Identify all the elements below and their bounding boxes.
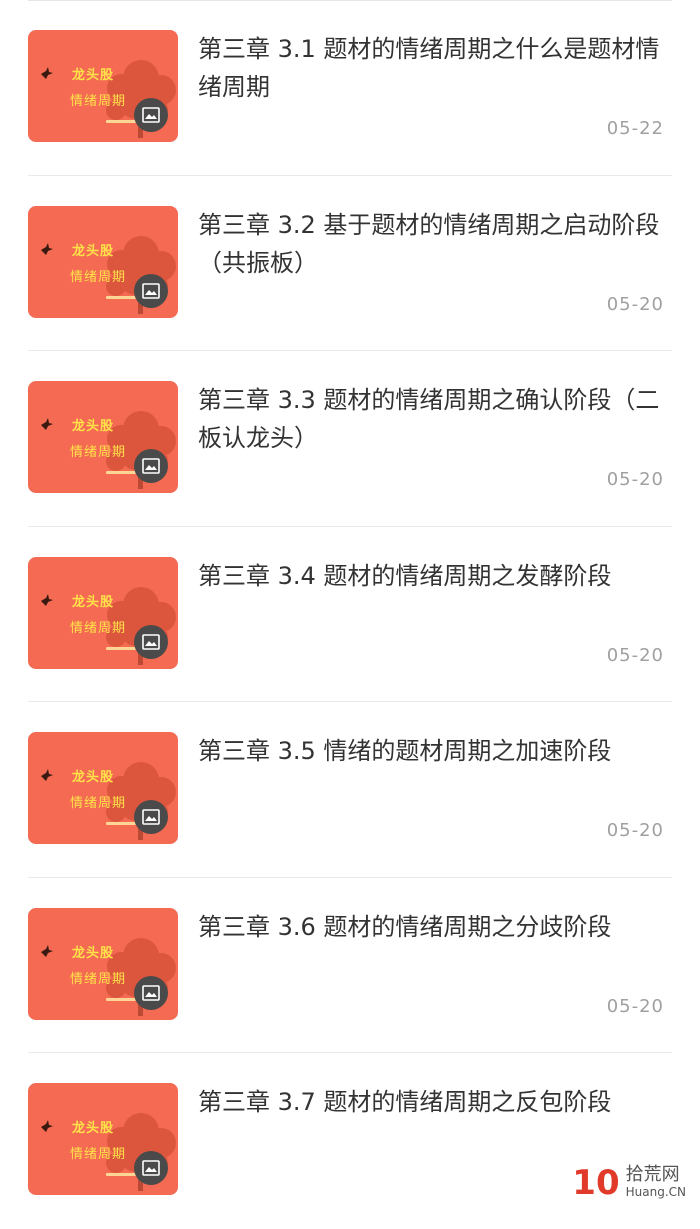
image-badge (134, 273, 168, 308)
image-icon (142, 282, 160, 299)
article-thumbnail[interactable]: 龙头股 情绪周期 (28, 381, 178, 493)
thumbnail-footnote (106, 471, 136, 474)
image-badge (134, 449, 168, 483)
article-list: 龙头股 情绪周期 第三章 3.1 题材的情绪周期之什么是题材情绪周期 05-22 (0, 0, 700, 1229)
thumbnail-footnote (106, 120, 136, 123)
image-badge (134, 975, 168, 1010)
article-title[interactable]: 第三章 3.6 题材的情绪周期之分歧阶段 (198, 908, 672, 946)
bird-icon (41, 769, 53, 781)
thumbnail-brand-text: 龙头股 (72, 770, 115, 785)
thumbnail-subtitle-text: 情绪周期 (70, 796, 127, 811)
thumbnail-brand-text: 龙头股 (72, 594, 115, 610)
thumbnail-subtitle-text: 情绪周期 (70, 94, 127, 109)
watermark-text-group: 拾荒网 Huang.CN (625, 1164, 686, 1199)
thumbnail-footnote (106, 646, 136, 650)
article-title[interactable]: 第三章 3.4 题材的情绪周期之发酵阶段 (198, 557, 672, 595)
bird-icon (41, 418, 53, 430)
thumbnail-brand-text: 龙头股 (72, 243, 115, 259)
article-date: 05-20 (606, 293, 664, 315)
article-title[interactable]: 第三章 3.5 情绪的题材周期之加速阶段 (198, 732, 672, 770)
article-date: 05-20 (606, 995, 664, 1017)
image-icon (142, 458, 160, 474)
thumbnail-subtitle-text: 情绪周期 (70, 971, 127, 987)
article-thumbnail[interactable]: 龙头股 情绪周期 (28, 732, 178, 844)
article-title[interactable]: 第三章 3.1 题材的情绪周期之什么是题材情绪周期 (198, 30, 672, 106)
image-icon (142, 107, 160, 123)
bird-icon (41, 944, 53, 957)
bird-icon (41, 593, 53, 606)
image-icon (142, 984, 160, 1001)
bird-icon (41, 67, 53, 79)
bird-icon (41, 1120, 53, 1132)
watermark-site-name: 拾荒网 (625, 1164, 680, 1185)
article-item[interactable]: 龙头股 情绪周期 第三章 3.2 基于题材的情绪周期之启动阶段（共振板） 05-… (28, 176, 672, 351)
article-title[interactable]: 第三章 3.2 基于题材的情绪周期之启动阶段（共振板） (198, 206, 672, 282)
thumbnail-footnote (106, 822, 136, 825)
thumbnail-subtitle-text: 情绪周期 (70, 620, 127, 636)
thumbnail-footnote (106, 295, 136, 299)
article-thumbnail[interactable]: 龙头股 情绪周期 (28, 907, 178, 1020)
watermark-domain: Huang.CN (625, 1185, 686, 1199)
thumbnail-footnote (106, 1173, 136, 1176)
watermark-number: 10 (572, 1163, 620, 1203)
thumbnail-brand-text: 龙头股 (72, 1121, 115, 1136)
image-badge (134, 98, 168, 132)
article-item[interactable]: 龙头股 情绪周期 第三章 3.5 情绪的题材周期之加速阶段 05-20 (28, 702, 672, 878)
article-thumbnail[interactable]: 龙头股 情绪周期 (28, 556, 178, 669)
article-item[interactable]: 龙头股 情绪周期 第三章 3.6 题材的情绪周期之分歧阶段 05-20 (28, 878, 672, 1053)
image-badge (134, 1151, 168, 1185)
thumbnail-footnote (106, 997, 136, 1001)
article-date: 05-20 (606, 469, 664, 490)
article-item[interactable]: 龙头股 情绪周期 第三章 3.4 题材的情绪周期之发酵阶段 05-20 (28, 527, 672, 702)
article-thumbnail[interactable]: 龙头股 情绪周期 (28, 30, 178, 142)
image-icon (142, 1160, 160, 1176)
article-date: 05-22 (606, 118, 664, 139)
thumbnail-brand-text: 龙头股 (72, 419, 115, 434)
thumbnail-subtitle-text: 情绪周期 (70, 445, 127, 460)
article-thumbnail[interactable]: 龙头股 情绪周期 (28, 1083, 178, 1195)
thumbnail-brand-text: 龙头股 (72, 68, 115, 83)
thumbnail-subtitle-text: 情绪周期 (70, 269, 127, 285)
bird-icon (41, 242, 53, 255)
image-icon (142, 633, 160, 650)
image-badge (134, 624, 168, 659)
image-icon (142, 809, 160, 825)
article-item[interactable]: 龙头股 情绪周期 第三章 3.1 题材的情绪周期之什么是题材情绪周期 05-22 (28, 0, 672, 176)
thumbnail-brand-text: 龙头股 (72, 945, 115, 961)
article-item[interactable]: 龙头股 情绪周期 第三章 3.3 题材的情绪周期之确认阶段（二板认龙头） 05-… (28, 351, 672, 527)
article-date: 05-20 (606, 644, 664, 666)
site-watermark: 10 拾荒网 Huang.CN (572, 1163, 686, 1203)
image-badge (134, 800, 168, 834)
article-thumbnail[interactable]: 龙头股 情绪周期 (28, 205, 178, 318)
thumbnail-subtitle-text: 情绪周期 (70, 1147, 127, 1162)
article-title[interactable]: 第三章 3.7 题材的情绪周期之反包阶段 (198, 1083, 672, 1121)
article-title[interactable]: 第三章 3.3 题材的情绪周期之确认阶段（二板认龙头） (198, 381, 672, 457)
article-date: 05-20 (606, 820, 664, 841)
